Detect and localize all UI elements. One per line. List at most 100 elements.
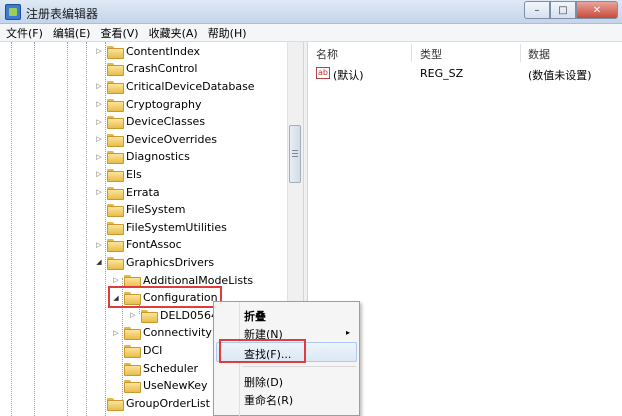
expand-toggle-icon[interactable]: ▷ (94, 170, 104, 178)
close-button[interactable]: ✕ (576, 1, 618, 19)
menu-edit[interactable]: 编辑(E) (53, 25, 91, 41)
tree-node[interactable]: ▷ Cryptography (94, 95, 201, 113)
folder-icon (141, 309, 158, 323)
highlight-box-find (219, 339, 306, 363)
tree-node[interactable]: UseNewKey (111, 377, 208, 395)
expand-toggle-icon[interactable]: ▷ (94, 82, 104, 90)
expand-toggle-icon[interactable]: ▷ (94, 153, 104, 161)
tree-node[interactable]: ◢ GraphicsDrivers (94, 254, 214, 272)
tree-node[interactable]: FileSystemUtilities (94, 219, 227, 237)
tree-node-label: FontAssoc (126, 238, 182, 252)
expand-toggle-icon[interactable]: ▷ (94, 47, 104, 55)
menu-item-collapse[interactable]: 折叠 (244, 308, 266, 324)
menu-separator (242, 366, 356, 367)
tree-node-label: DELD0564 (160, 308, 219, 322)
expand-toggle-icon[interactable]: ▷ (94, 135, 104, 143)
column-divider[interactable] (411, 44, 412, 62)
menu-file[interactable]: 文件(F) (6, 25, 43, 41)
collapse-toggle-icon[interactable]: ◢ (94, 258, 104, 266)
string-value-icon: ab (316, 67, 330, 79)
tree-node[interactable]: CrashControl (94, 60, 197, 78)
title-bar: 注册表编辑器 – □ ✕ (0, 0, 622, 24)
menu-item-rename[interactable]: 重命名(R) (244, 392, 293, 408)
tree-node[interactable]: ▷ ContentIndex (94, 43, 200, 61)
maximize-button[interactable]: □ (550, 1, 576, 19)
folder-icon (107, 133, 124, 147)
value-name[interactable]: (默认) (333, 67, 364, 83)
folder-open-icon (107, 256, 124, 270)
tree-node-label: FileSystem (126, 203, 186, 217)
folder-icon (124, 362, 141, 376)
tree-node-label: DeviceClasses (126, 115, 206, 129)
menu-favorites[interactable]: 收藏夹(A) (149, 25, 198, 41)
tree-node-label: Cryptography (126, 97, 202, 111)
tree-node[interactable]: ▷ Connectivity (111, 324, 212, 342)
tree-node-label: GraphicsDrivers (126, 255, 215, 269)
tree-node-label: DeviceOverrides (126, 132, 217, 146)
folder-icon (107, 151, 124, 165)
menu-help[interactable]: 帮助(H) (208, 25, 247, 41)
tree-node-label: Scheduler (143, 361, 199, 375)
tree-node-label: Diagnostics (126, 150, 190, 164)
minimize-button[interactable]: – (524, 1, 550, 19)
tree-node[interactable]: ▷ Errata (94, 183, 160, 201)
tree-node-label: Connectivity (143, 326, 212, 340)
expand-toggle-icon[interactable]: ▷ (94, 100, 104, 108)
value-type: REG_SZ (420, 67, 464, 80)
expand-toggle-icon[interactable]: ▷ (111, 329, 121, 337)
menu-bar: 文件(F) 编辑(E) 查看(V) 收藏夹(A) 帮助(H) (0, 24, 622, 42)
tree-node[interactable]: GroupOrderList (94, 395, 210, 413)
tree-node-label: DCI (143, 343, 163, 357)
folder-icon (107, 397, 124, 411)
expand-toggle-icon[interactable]: ▷ (94, 118, 104, 126)
tree-node-label: GroupOrderList (126, 396, 210, 410)
folder-icon (107, 116, 124, 130)
folder-icon (124, 274, 141, 288)
tree-node[interactable]: ▷ Els (94, 166, 142, 184)
tree-node-label: FileSystemUtilities (126, 220, 227, 234)
scroll-grip (292, 150, 298, 151)
expand-toggle-icon[interactable]: ▷ (94, 241, 104, 249)
column-header-type[interactable]: 类型 (420, 46, 442, 62)
folder-icon (124, 344, 141, 358)
tree-node-label: ContentIndex (126, 44, 201, 58)
menu-view[interactable]: 查看(V) (100, 25, 138, 41)
scrollbar-thumb[interactable] (289, 125, 301, 183)
tree-node[interactable]: ▷ FontAssoc (94, 236, 182, 254)
tree-node[interactable]: DCI (111, 342, 162, 360)
tree-node[interactable]: Scheduler (111, 359, 198, 377)
tree-node[interactable]: ▷ DELD0564 (128, 307, 218, 325)
folder-icon (107, 45, 124, 59)
regedit-app-icon (5, 4, 21, 20)
tree-node-label: CrashControl (126, 62, 198, 76)
folder-icon (107, 98, 124, 112)
expand-toggle-icon[interactable]: ▷ (111, 276, 121, 284)
tree-node-label: Errata (126, 185, 160, 199)
expand-toggle-icon[interactable]: ▷ (94, 188, 104, 196)
column-header-data[interactable]: 数据 (528, 46, 550, 62)
folder-icon (107, 63, 124, 77)
folder-icon (107, 168, 124, 182)
menu-item-delete[interactable]: 删除(D) (244, 374, 283, 390)
tree-node[interactable]: ▷ CriticalDeviceDatabase (94, 78, 255, 96)
column-header-name[interactable]: 名称 (316, 46, 338, 62)
folder-icon (107, 204, 124, 218)
tree-node[interactable]: ▷ DeviceClasses (94, 113, 205, 131)
tree-node-label: Els (126, 167, 142, 181)
folder-icon (107, 186, 124, 200)
submenu-arrow-icon: ▸ (345, 328, 350, 337)
expand-toggle-icon[interactable]: ▷ (128, 311, 138, 319)
folder-icon (124, 327, 141, 341)
tree-node-label: UseNewKey (143, 379, 208, 393)
tree-node[interactable]: FileSystem (94, 201, 185, 219)
window-title: 注册表编辑器 (26, 7, 99, 21)
tree-node-label: CriticalDeviceDatabase (126, 79, 255, 93)
tree-node[interactable]: ▷ Diagnostics (94, 148, 190, 166)
column-divider[interactable] (520, 44, 521, 62)
scroll-grip (292, 156, 298, 157)
folder-icon (107, 239, 124, 253)
tree-node-label: AdditionalModeLists (143, 273, 254, 287)
folder-icon (107, 80, 124, 94)
tree-node[interactable]: ▷ DeviceOverrides (94, 131, 217, 149)
folder-icon (124, 380, 141, 394)
